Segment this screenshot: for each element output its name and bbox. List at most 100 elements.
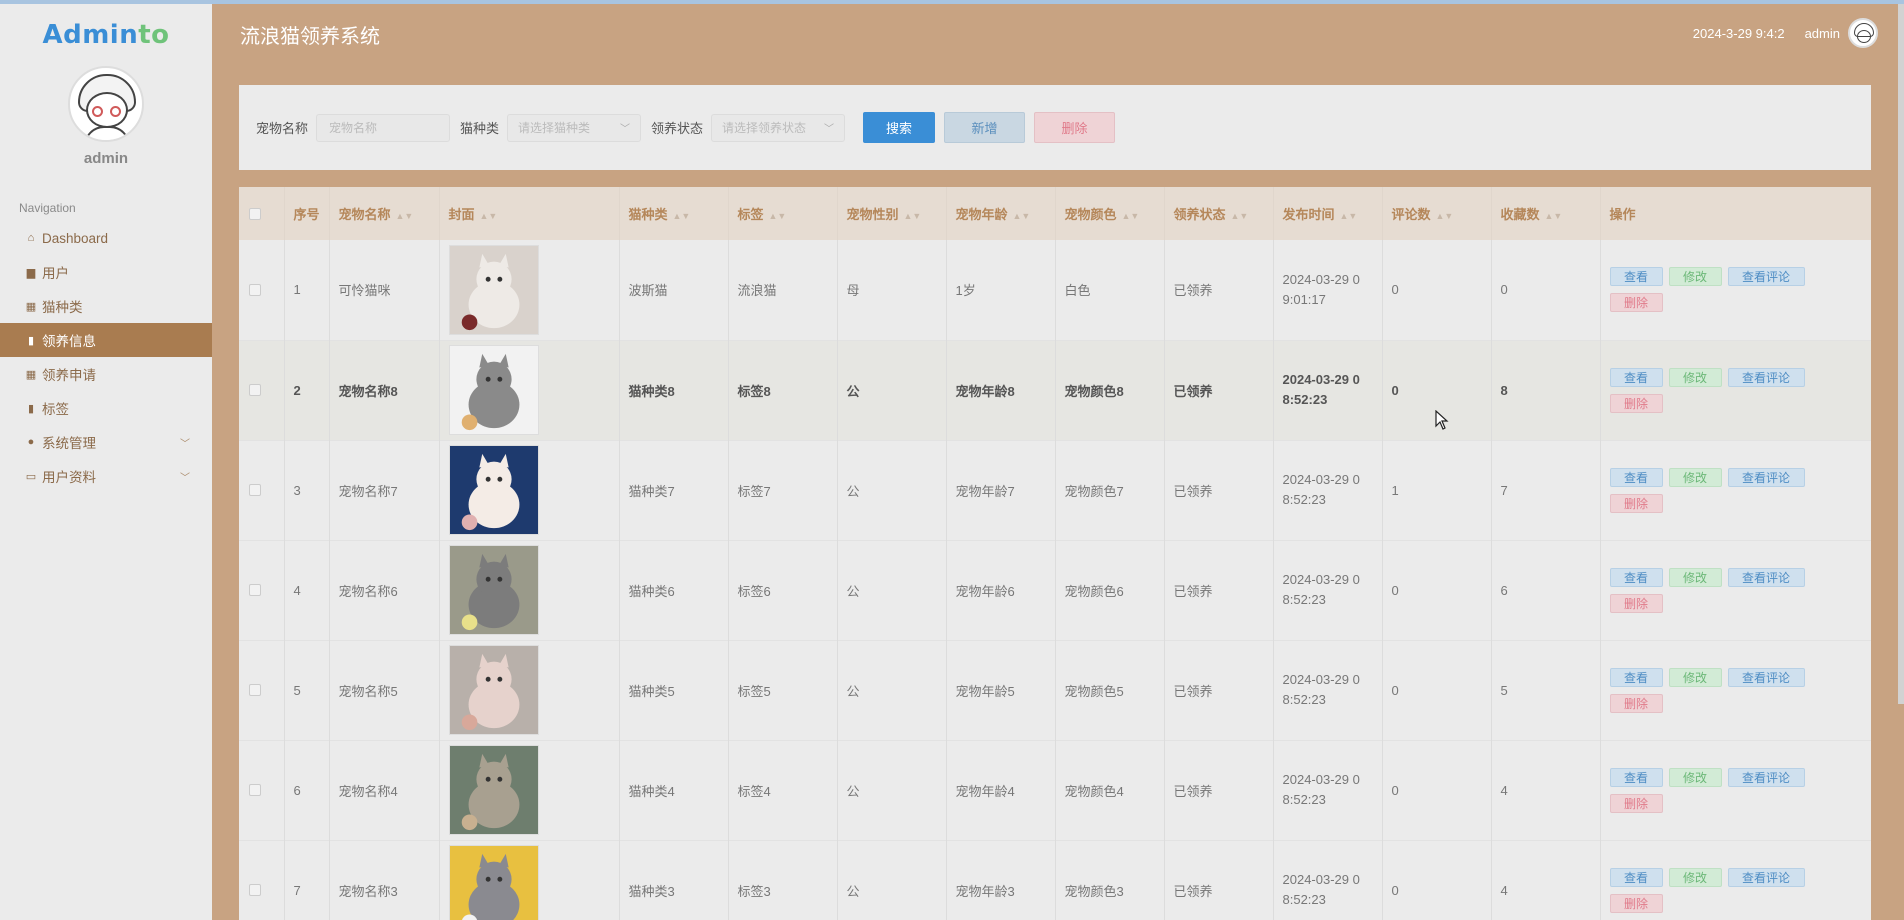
page-scrollbar[interactable] — [1898, 4, 1904, 704]
pet-name-input[interactable] — [316, 113, 451, 142]
avatar[interactable] — [1848, 18, 1878, 48]
view-comments-button[interactable]: 查看评论 — [1727, 667, 1805, 687]
edit-button[interactable]: 修改 — [1668, 867, 1722, 887]
column-header[interactable]: 领养状态 ▲▼ — [1164, 187, 1274, 240]
row-checkbox[interactable] — [249, 584, 261, 596]
sidebar-item-tags[interactable]: ▮ 标签 — [0, 391, 212, 425]
view-button[interactable]: 查看 — [1609, 367, 1663, 387]
column-header[interactable]: 标签 ▲▼ — [728, 187, 838, 240]
cover-image[interactable] — [448, 645, 539, 735]
publish-time-clock: 8:52:23 — [1282, 492, 1326, 507]
cover-image[interactable] — [448, 445, 539, 535]
view-button[interactable]: 查看 — [1609, 467, 1663, 487]
edit-button[interactable]: 修改 — [1668, 267, 1722, 287]
column-header[interactable]: 封面 ▲▼ — [439, 187, 620, 240]
app-logo[interactable]: Adminto — [0, 4, 212, 50]
row-checkbox[interactable] — [249, 684, 261, 696]
sort-icon[interactable]: ▲▼ — [1122, 211, 1140, 221]
edit-button[interactable]: 修改 — [1668, 467, 1722, 487]
row-delete-button[interactable]: 删除 — [1609, 393, 1663, 413]
edit-button[interactable]: 修改 — [1668, 767, 1722, 787]
table-row[interactable]: 5 宠物名称5 猫种类5 标签5 公 宠物年龄5 宠物颜色5 已领养 2024-… — [239, 640, 1871, 740]
sort-icon[interactable]: ▲▼ — [769, 211, 787, 221]
row-checkbox[interactable] — [249, 484, 261, 496]
sidebar-item-users[interactable]: ▆ 用户 — [0, 255, 212, 289]
select-all-checkbox[interactable] — [249, 207, 261, 220]
column-header[interactable]: 序号 — [284, 187, 330, 240]
add-button[interactable]: 新增 — [944, 112, 1026, 143]
row-delete-button[interactable]: 删除 — [1609, 893, 1663, 913]
row-delete-button[interactable]: 删除 — [1609, 793, 1663, 813]
avatar[interactable] — [68, 66, 144, 142]
edit-button[interactable]: 修改 — [1668, 667, 1722, 687]
row-delete-button[interactable]: 删除 — [1609, 293, 1663, 313]
sort-icon[interactable]: ▲▼ — [904, 211, 922, 221]
table-row[interactable]: 6 宠物名称4 猫种类4 标签4 公 宠物年龄4 宠物颜色4 已领养 2024-… — [239, 740, 1871, 840]
column-header[interactable]: 猫种类 ▲▼ — [619, 187, 729, 240]
column-header[interactable]: 宠物性别 ▲▼ — [837, 187, 947, 240]
status-cell: 已领养 — [1164, 240, 1274, 340]
status-select[interactable]: 请选择领养状态 ﹀ — [711, 113, 846, 142]
sort-icon[interactable]: ▲▼ — [396, 211, 414, 221]
sort-icon[interactable]: ▲▼ — [1436, 211, 1454, 221]
cover-cell — [439, 240, 620, 340]
sort-icon[interactable]: ▲▼ — [673, 211, 691, 221]
column-header[interactable]: 宠物年龄 ▲▼ — [946, 187, 1056, 240]
delete-button[interactable]: 删除 — [1034, 112, 1116, 143]
view-button[interactable]: 查看 — [1609, 667, 1663, 687]
edit-button[interactable]: 修改 — [1668, 367, 1722, 387]
sort-icon[interactable]: ▲▼ — [1545, 211, 1563, 221]
view-comments-button[interactable]: 查看评论 — [1727, 367, 1805, 387]
view-comments-button[interactable]: 查看评论 — [1727, 767, 1805, 787]
view-button[interactable]: 查看 — [1609, 567, 1663, 587]
row-checkbox[interactable] — [249, 884, 261, 896]
view-button[interactable]: 查看 — [1609, 867, 1663, 887]
column-header[interactable]: 发布时间 ▲▼ — [1273, 187, 1383, 240]
search-button[interactable]: 搜索 — [863, 112, 936, 143]
cover-image[interactable] — [448, 545, 539, 635]
breed-select[interactable]: 请选择猫种类 ﹀ — [507, 113, 642, 142]
cover-image[interactable] — [448, 745, 539, 835]
table-row[interactable]: 2 宠物名称8 猫种类8 标签8 公 宠物年龄8 宠物颜色8 已领养 2024-… — [239, 340, 1871, 440]
cover-image[interactable] — [448, 345, 539, 435]
sidebar-item-dashboard[interactable]: ⌂ Dashboard — [0, 221, 212, 255]
map-pin-icon: ● — [27, 436, 35, 448]
sidebar-item-adoption-requests[interactable]: ▦ 领养申请 — [0, 357, 212, 391]
table-row[interactable]: 7 宠物名称3 猫种类3 标签3 公 宠物年龄3 宠物颜色3 已领养 2024-… — [239, 840, 1871, 920]
column-header[interactable]: 收藏数 ▲▼ — [1491, 187, 1601, 240]
header-username[interactable]: admin — [1805, 26, 1840, 41]
view-comments-button[interactable]: 查看评论 — [1727, 567, 1805, 587]
view-comments-button[interactable]: 查看评论 — [1727, 867, 1805, 887]
table-row[interactable]: 4 宠物名称6 猫种类6 标签6 公 宠物年龄6 宠物颜色6 已领养 2024-… — [239, 540, 1871, 640]
table-row[interactable]: 1 可怜猫咪 波斯猫 流浪猫 母 1岁 白色 已领养 2024-03-29 0 … — [239, 240, 1871, 340]
row-delete-button[interactable]: 删除 — [1609, 593, 1663, 613]
sort-icon[interactable]: ▲▼ — [1013, 211, 1031, 221]
view-comments-button[interactable]: 查看评论 — [1727, 467, 1805, 487]
edit-button[interactable]: 修改 — [1668, 567, 1722, 587]
view-button[interactable]: 查看 — [1609, 767, 1663, 787]
row-checkbox[interactable] — [249, 784, 261, 796]
actions-cell: 查看 修改 查看评论 删除 — [1600, 640, 1871, 740]
view-button[interactable]: 查看 — [1609, 267, 1663, 287]
sidebar-item-system[interactable]: ● 系统管理 ﹀ — [0, 425, 212, 459]
favorites-count-cell: 4 — [1491, 740, 1601, 840]
row-checkbox[interactable] — [249, 283, 261, 296]
sort-icon[interactable]: ▲▼ — [1340, 211, 1358, 221]
row-checkbox[interactable] — [249, 384, 261, 396]
sidebar-item-adoption-info[interactable]: ▮ 领养信息 — [0, 323, 212, 357]
cover-image[interactable] — [448, 244, 539, 335]
row-delete-button[interactable]: 删除 — [1609, 493, 1663, 513]
sidebar-item-cat-breeds[interactable]: ▦ 猫种类 — [0, 289, 212, 323]
sidebar-item-profile[interactable]: ▭ 用户资料 ﹀ — [0, 459, 212, 493]
row-delete-button[interactable]: 删除 — [1609, 693, 1663, 713]
column-header[interactable]: 宠物名称 ▲▼ — [329, 187, 440, 240]
cover-image[interactable] — [448, 845, 539, 920]
table-row[interactable]: 3 宠物名称7 猫种类7 标签7 公 宠物年龄7 宠物颜色7 已领养 2024-… — [239, 440, 1871, 540]
sort-icon[interactable]: ▲▼ — [1231, 211, 1249, 221]
view-comments-button[interactable]: 查看评论 — [1727, 267, 1805, 287]
publish-time-clock: 8:52:23 — [1282, 692, 1326, 707]
data-table-container: 序号 宠物名称 ▲▼ 封面 ▲▼ 猫种类 ▲▼ 标签 ▲▼ 宠物性别 ▲▼ 宠物年龄 ▲▼ … — [239, 187, 1871, 920]
column-header[interactable]: 宠物颜色 ▲▼ — [1055, 187, 1165, 240]
sort-icon[interactable]: ▲▼ — [480, 211, 498, 221]
column-header[interactable]: 评论数 ▲▼ — [1382, 187, 1492, 240]
